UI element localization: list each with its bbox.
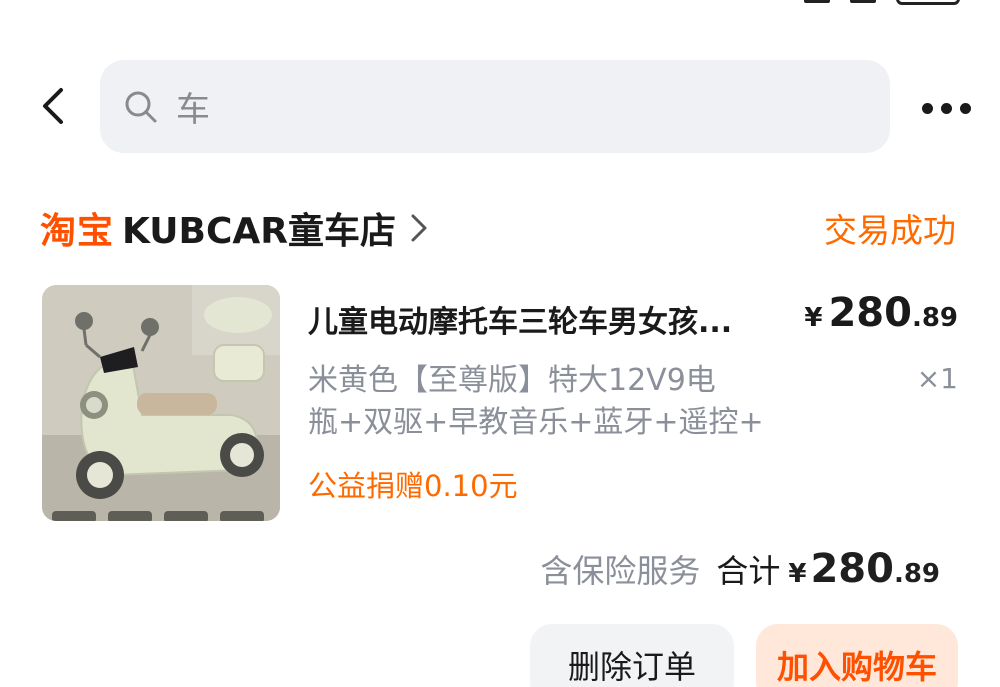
product-quantity: ×1 [916,362,958,395]
product-title[interactable]: 儿童电动摩托车三轮车男女孩... [308,297,798,341]
status-bar [804,0,960,6]
order-status: 交易成功 [824,211,956,250]
more-dot-icon [921,102,933,114]
delete-order-button[interactable]: 删除订单 [530,624,734,687]
total-decimal: .89 [893,559,940,589]
search-icon [125,91,157,122]
back-button[interactable] [30,84,74,128]
order-total: 含保险服务 合计 ¥ 280 .89 [540,546,940,592]
chevron-left-icon [43,88,63,124]
price-decimal: .89 [911,303,958,333]
more-dot-icon [940,102,952,114]
add-to-cart-button[interactable]: 加入购物车 [756,624,958,687]
taobao-logo: 淘宝 [40,211,115,252]
product-variant: 米黄色【至尊版】特大12V9电 瓶+双驱+早教音乐+蓝牙+遥控+ [308,360,788,444]
variant-line: 瓶+双驱+早教音乐+蓝牙+遥控+ [308,405,764,440]
product-image[interactable] [42,285,280,521]
total-currency: ¥ [788,559,807,589]
insurance-label: 含保险服务 [540,552,701,590]
shop-header[interactable]: 淘宝 KUBCAR童车店 [40,200,430,256]
kids-tricycle-icon [42,285,280,521]
price-integer: 280 [828,290,912,336]
search-bar[interactable] [100,60,890,153]
total-label: 合计 [716,552,781,590]
total-integer: 280 [810,546,894,592]
signal-icon [804,0,830,3]
product-price: ¥ 280 .89 [804,290,958,336]
battery-icon [896,0,960,5]
more-button[interactable] [916,88,976,128]
chevron-right-icon [411,214,427,242]
price-currency: ¥ [804,303,823,333]
more-dot-icon [959,102,971,114]
donation-note: 公益捐赠0.10元 [308,469,518,503]
wifi-icon [850,0,876,3]
search-input[interactable] [176,86,776,127]
shop-name[interactable]: KUBCAR童车店 [122,202,396,254]
variant-line: 米黄色【至尊版】特大12V9电 [308,363,716,398]
